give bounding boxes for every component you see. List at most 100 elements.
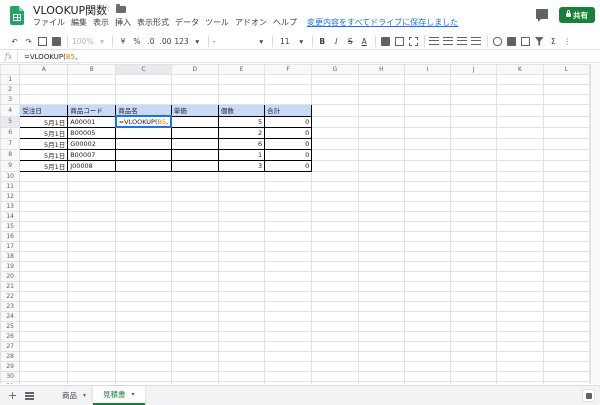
cell[interactable] [217,230,266,242]
cell[interactable] [496,330,544,342]
row-header[interactable]: 28 [0,350,21,362]
cell[interactable] [496,360,544,372]
cell[interactable] [170,250,219,262]
row-header[interactable]: 24 [0,310,21,322]
cell[interactable] [217,290,266,302]
cell[interactable] [450,84,498,95]
cell[interactable] [404,190,452,202]
cell[interactable] [170,170,219,182]
fill-color-icon[interactable] [380,34,391,48]
star-icon[interactable]: ☆ [102,3,111,14]
cell[interactable] [542,210,590,222]
cell[interactable] [450,104,498,117]
cell[interactable] [542,94,590,105]
cell[interactable] [357,159,406,172]
bold-button[interactable]: B [317,34,328,48]
cell[interactable] [170,360,219,372]
cell[interactable] [170,300,219,312]
cell[interactable] [496,115,544,128]
cell[interactable] [357,380,406,384]
header-cell-unit-price[interactable]: 単価 [170,104,219,117]
cell[interactable] [496,260,544,272]
column-header-h[interactable]: H [357,64,406,75]
cell[interactable] [264,270,313,282]
menu-insert[interactable]: 挿入 [115,17,131,28]
cell-product-code[interactable]: A00001 [67,115,117,128]
borders-icon[interactable] [394,34,405,48]
cell[interactable] [19,240,69,252]
cell[interactable] [450,148,498,161]
cell[interactable] [170,380,219,384]
cell[interactable] [217,180,266,192]
cell[interactable] [115,210,172,222]
cell[interactable] [19,330,69,342]
row-header[interactable]: 29 [0,360,21,372]
cell[interactable] [67,220,117,232]
cell[interactable] [542,360,590,372]
cell[interactable] [450,74,498,85]
cell[interactable] [404,340,452,352]
cell[interactable] [67,360,117,372]
cell[interactable] [404,220,452,232]
cell[interactable] [496,270,544,282]
cell[interactable] [542,148,590,161]
cell[interactable] [19,280,69,292]
insert-comment-icon[interactable] [506,34,517,48]
cell[interactable] [170,270,219,282]
cell[interactable] [357,300,406,312]
cell[interactable] [496,148,544,161]
cell-product-name[interactable] [115,137,172,150]
cell[interactable] [19,370,69,382]
cell-total[interactable]: 0 [264,137,313,150]
explore-button[interactable] [582,389,595,402]
cell[interactable] [450,190,498,202]
cell[interactable] [311,320,359,332]
cell-order-date[interactable]: 5月1日 [19,137,69,150]
header-cell-quantity[interactable]: 個数 [217,104,266,117]
column-header-k[interactable]: K [496,64,544,75]
merge-cells-icon[interactable] [408,34,419,48]
cell[interactable] [311,290,359,302]
cell[interactable] [19,180,69,192]
cell[interactable] [19,170,69,182]
cell[interactable] [496,137,544,150]
cell[interactable] [170,220,219,232]
cell[interactable] [115,220,172,232]
column-header-d[interactable]: D [170,64,219,75]
cell[interactable] [357,170,406,182]
cell[interactable] [115,240,172,252]
cell[interactable] [19,210,69,222]
cell[interactable] [311,210,359,222]
cell[interactable] [496,220,544,232]
row-header[interactable]: 2 [0,84,21,95]
cell[interactable] [67,240,117,252]
cell[interactable] [311,170,359,182]
cell[interactable] [264,250,313,262]
cell[interactable] [357,94,406,105]
more-formats-button[interactable]: 123 [174,34,188,48]
cell[interactable] [264,280,313,292]
functions-icon[interactable]: Σ [548,34,559,48]
row-header[interactable]: 23 [0,300,21,312]
cell[interactable] [496,250,544,262]
cell[interactable] [357,148,406,161]
cell[interactable] [450,137,498,150]
cell[interactable] [19,290,69,302]
cell[interactable] [217,380,266,384]
row-header[interactable]: 21 [0,280,21,292]
menu-help[interactable]: ヘルプ [273,17,297,28]
row-header[interactable]: 12 [0,190,21,202]
column-header-e[interactable]: E [217,64,266,75]
folder-icon[interactable] [116,4,126,13]
cell[interactable] [357,290,406,302]
cell[interactable] [264,370,313,382]
cell[interactable] [19,360,69,372]
save-status-link[interactable]: 変更内容をすべてドライブに保存しました [307,17,458,28]
cell[interactable] [542,190,590,202]
cell[interactable] [542,84,590,95]
cell[interactable] [115,190,172,202]
cell[interactable] [404,210,452,222]
cell[interactable] [542,260,590,272]
cell[interactable] [496,190,544,202]
cell[interactable] [19,380,69,384]
